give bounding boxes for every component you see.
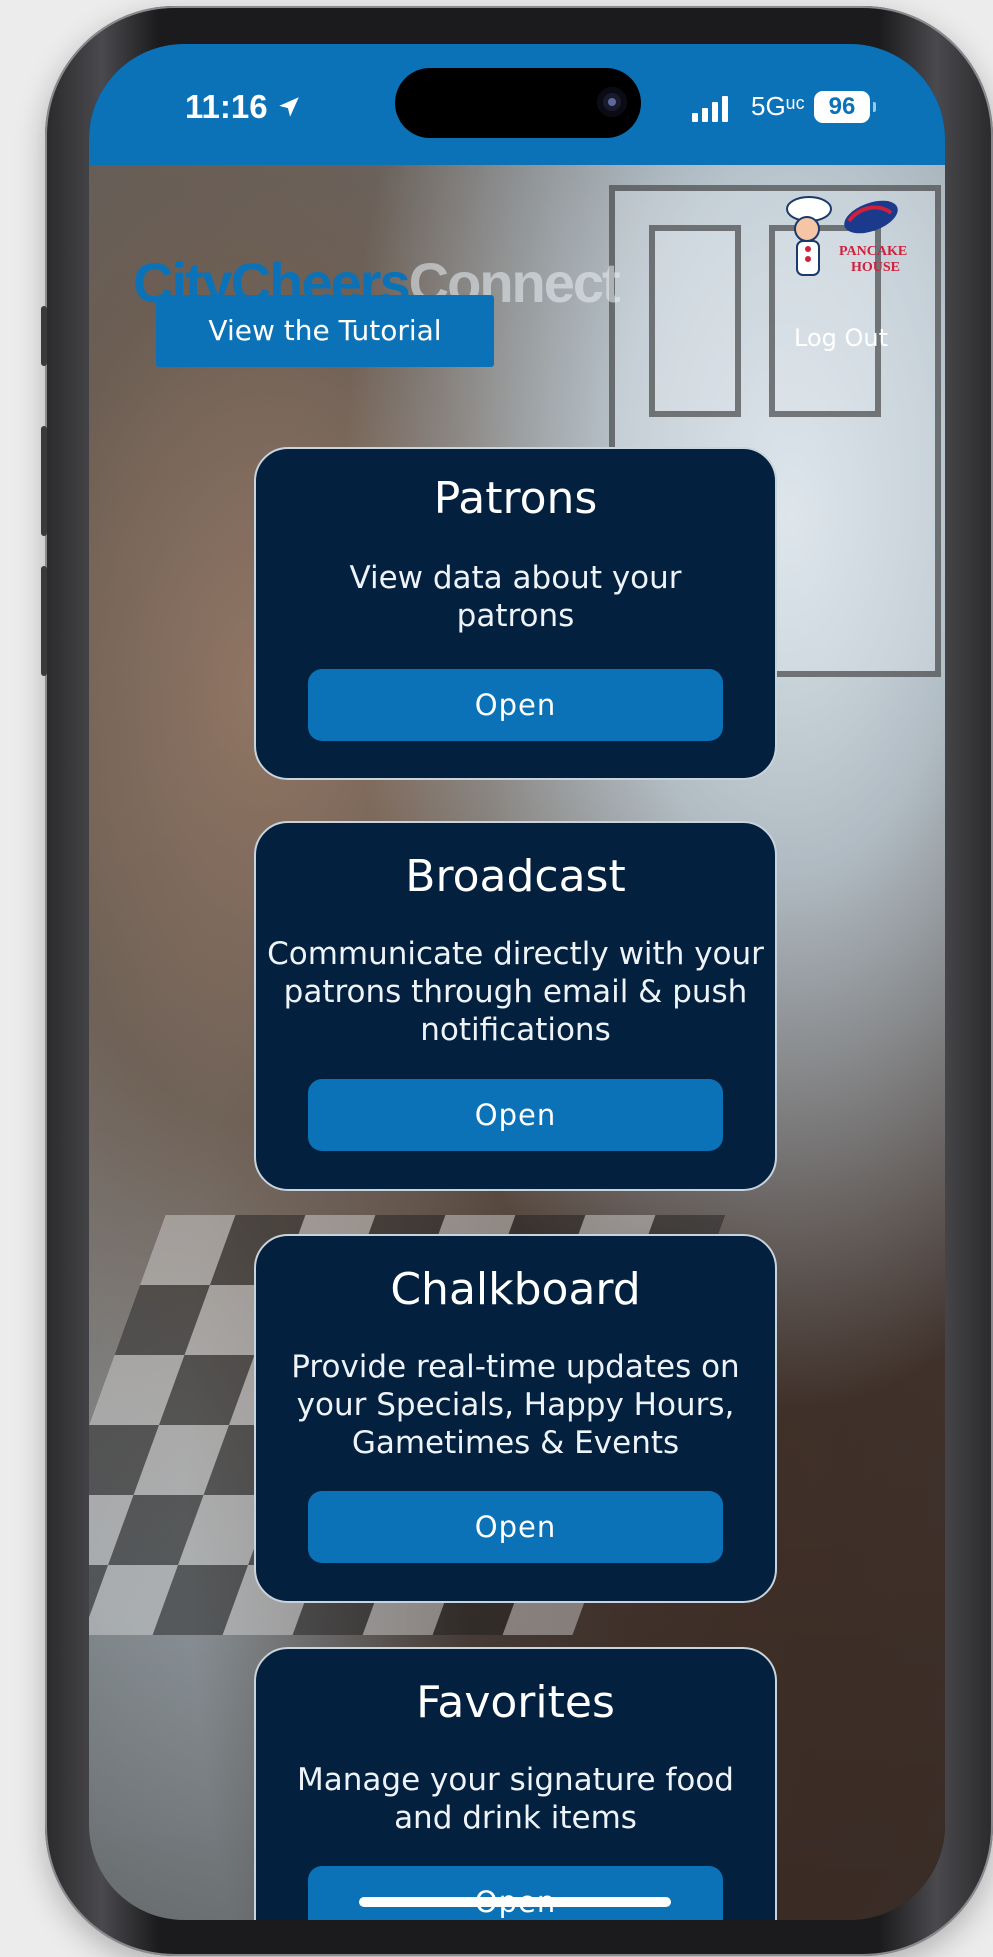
app-screen: 11:16 5Gᵘᶜ 96 CityCheersConnect View the… xyxy=(89,44,945,1920)
network-type: 5Gᵘᶜ xyxy=(751,91,805,121)
card-title: Broadcast xyxy=(405,851,626,902)
card-title: Chalkboard xyxy=(390,1264,641,1315)
open-favorites-button[interactable]: Open xyxy=(308,1866,723,1920)
status-bar: 11:16 5Gᵘᶜ 96 xyxy=(89,44,945,165)
view-tutorial-button[interactable]: View the Tutorial xyxy=(156,295,494,367)
card-title: Patrons xyxy=(433,473,598,524)
cellular-signal-icon xyxy=(692,96,728,122)
card-favorites: Favorites Manage your signature food and… xyxy=(254,1647,777,1920)
home-indicator[interactable] xyxy=(359,1897,671,1907)
card-description: Manage your signature food and drink ite… xyxy=(297,1762,734,1836)
camera-icon xyxy=(597,87,627,117)
card-description: Provide real-time updates on your Specia… xyxy=(291,1349,740,1461)
open-broadcast-button[interactable]: Open xyxy=(308,1079,723,1151)
card-broadcast: Broadcast Communicate directly with your… xyxy=(254,821,777,1191)
svg-text:PANCAKE: PANCAKE xyxy=(839,244,907,259)
open-chalkboard-button[interactable]: Open xyxy=(308,1491,723,1563)
svg-text:HOUSE: HOUSE xyxy=(851,260,900,275)
volume-down-button xyxy=(41,566,47,676)
card-description: View data about your patrons xyxy=(349,560,682,634)
battery-icon: 96 xyxy=(814,91,876,123)
clock: 11:16 xyxy=(185,88,302,126)
time-text: 11:16 xyxy=(185,88,268,125)
card-patrons: Patrons View data about your patrons Ope… xyxy=(254,447,777,780)
partner-logo: PANCAKE HOUSE xyxy=(786,196,907,276)
dynamic-island xyxy=(395,68,641,138)
log-out-link[interactable]: Log Out xyxy=(794,324,888,352)
card-chalkboard: Chalkboard Provide real-time updates on … xyxy=(254,1234,777,1603)
location-arrow-icon xyxy=(278,97,299,117)
card-description: Communicate directly with your patrons t… xyxy=(267,936,764,1048)
action-button xyxy=(41,306,47,366)
card-title: Favorites xyxy=(416,1677,615,1728)
volume-up-button xyxy=(41,426,47,536)
open-patrons-button[interactable]: Open xyxy=(308,669,723,741)
